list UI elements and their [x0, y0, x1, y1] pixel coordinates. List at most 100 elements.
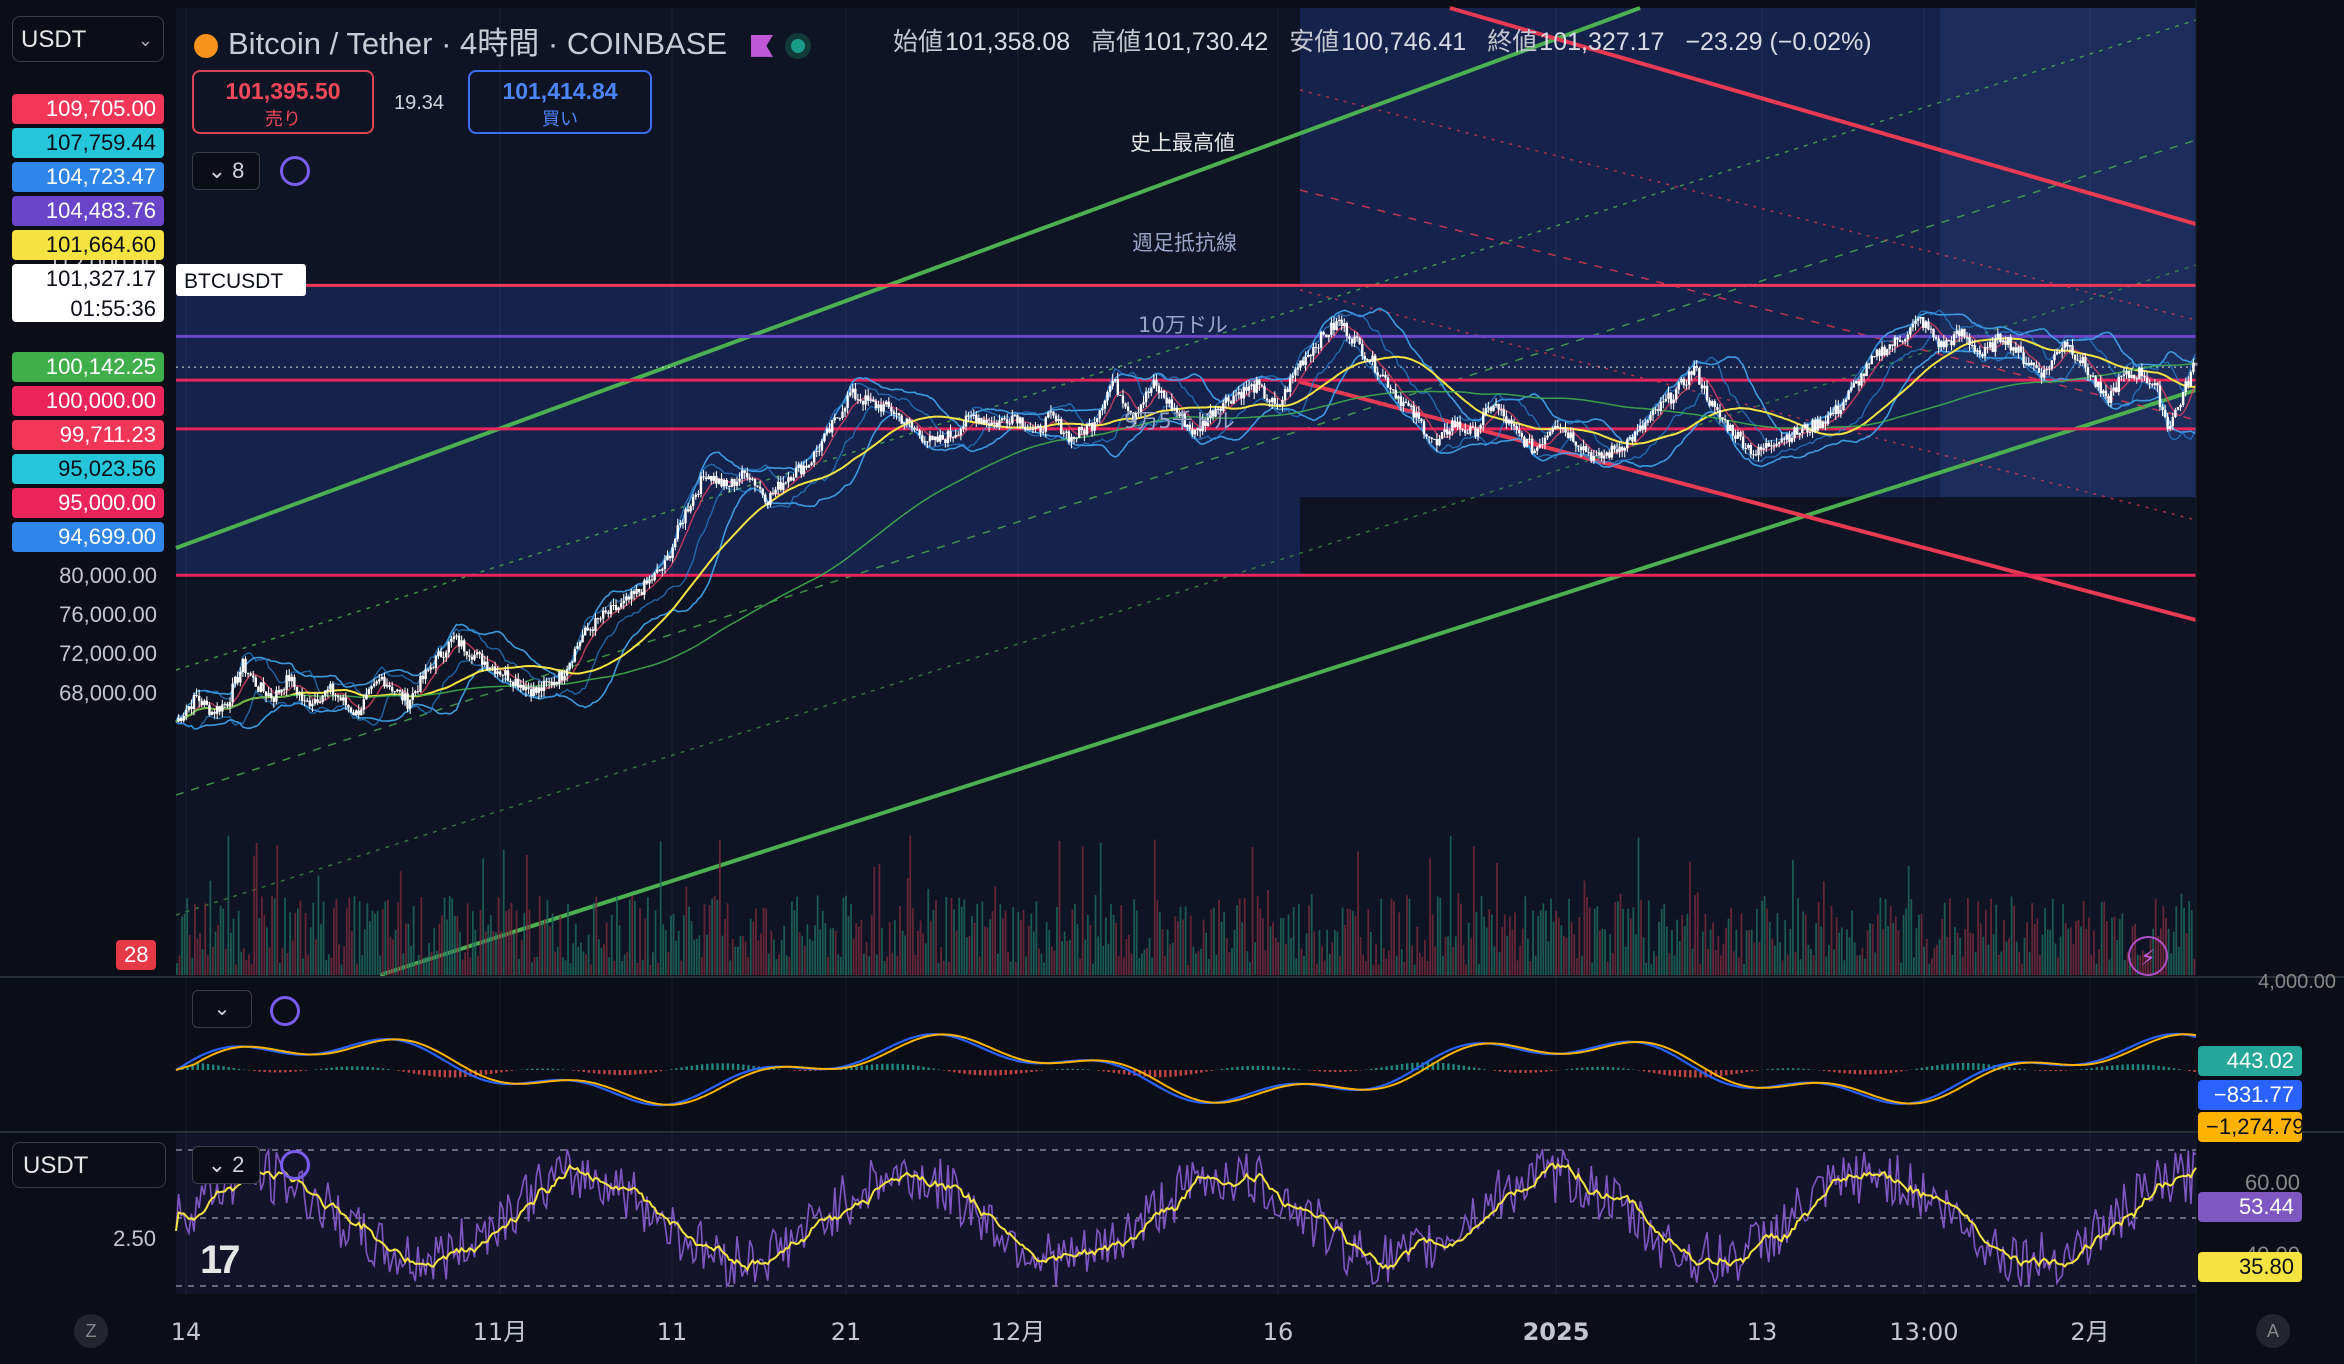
candle-body	[882, 404, 885, 412]
volume-bar	[1153, 839, 1156, 975]
indicators-toggle-button[interactable]: ⌄ 8	[192, 152, 260, 190]
volume-bar	[909, 835, 912, 975]
candle-body	[1062, 432, 1065, 434]
volume-bar	[1048, 930, 1051, 975]
volume-bar	[994, 886, 997, 975]
auto-scale-button[interactable]: A	[2256, 1314, 2290, 1348]
candle-body	[1520, 433, 1524, 437]
candle-body	[1718, 409, 1722, 418]
candle-body	[2151, 384, 2154, 386]
macd-histogram-bar	[1375, 1068, 1378, 1070]
lightning-icon[interactable]: ⚡	[2128, 936, 2168, 976]
volume-bar	[1707, 948, 1709, 975]
chart-canvas[interactable]: 112,000.0088,000.0084,000.0080,000.0076,…	[0, 0, 2344, 1364]
volume-bar	[1097, 936, 1100, 975]
volume-bar	[1447, 936, 1449, 975]
macd-histogram-bar	[623, 1070, 627, 1076]
volume-bar	[1351, 911, 1354, 975]
candle-body	[1937, 338, 1940, 347]
candle-body	[190, 706, 193, 709]
candle-body	[627, 596, 631, 600]
sync-icon[interactable]	[270, 996, 300, 1026]
candle-body	[1556, 425, 1560, 428]
lower-currency-label[interactable]: USDT	[12, 1142, 166, 1188]
buy-button[interactable]: 101,414.84 買い	[468, 70, 652, 134]
candle-body	[1572, 432, 1575, 442]
candle-body	[2097, 381, 2100, 388]
zoom-reset-button[interactable]: Z	[74, 1314, 108, 1348]
volume-bar	[1035, 901, 1038, 975]
price-label-chip: 107,759.44	[12, 128, 164, 158]
candle-body	[426, 669, 430, 671]
volume-bar	[250, 964, 253, 975]
candle-body	[421, 675, 425, 680]
candle-body	[463, 640, 466, 652]
volume-bar	[327, 954, 330, 975]
candle-body	[1404, 401, 1408, 403]
candle-body	[2079, 360, 2082, 363]
sync-icon[interactable]	[280, 156, 310, 186]
volume-bar	[1575, 958, 1578, 975]
candle-body	[509, 680, 512, 682]
volume-bar	[785, 955, 788, 975]
volume-bar	[693, 939, 696, 975]
candle-body	[2153, 383, 2157, 386]
macd-histogram-bar	[2023, 1069, 2026, 1070]
volume-bar	[1748, 930, 1751, 975]
macd-histogram-bar	[1864, 1070, 1867, 1075]
candle-body	[401, 691, 404, 701]
candle-body	[1801, 428, 1804, 433]
market-status-icon[interactable]	[791, 38, 806, 53]
volume-bar	[577, 946, 580, 975]
currency-selector[interactable]: USDT ⌄	[12, 16, 164, 62]
candle-body	[1420, 418, 1423, 422]
rsi-toggle-button[interactable]: ⌄ 2	[192, 1146, 260, 1184]
candle-body	[226, 703, 229, 707]
volume-bar	[770, 930, 773, 975]
candle-body	[1934, 337, 1938, 339]
volume-bar	[1920, 913, 1923, 975]
candle-body	[444, 652, 448, 658]
volume-bar	[950, 897, 953, 975]
macd-toggle-button[interactable]: ⌄	[192, 990, 252, 1028]
flag-icon[interactable]	[751, 34, 774, 57]
candle-body	[414, 691, 417, 694]
macd-histogram-bar	[2049, 1070, 2052, 1072]
tradingview-logo[interactable]: 17	[200, 1238, 240, 1283]
volume-bar	[1032, 931, 1035, 975]
macd-histogram-bar	[1169, 1070, 1172, 1077]
candle-body	[2174, 409, 2177, 417]
candle-body	[1577, 445, 1580, 447]
candle-body	[1108, 385, 1112, 392]
bar-countdown: 01:55:36	[70, 296, 156, 321]
candle-body	[1381, 374, 1385, 377]
candle-body	[694, 494, 697, 497]
candle-body	[1461, 429, 1464, 431]
macd-histogram-bar	[1611, 1067, 1615, 1070]
candle-body	[352, 712, 355, 715]
candle-body	[233, 677, 237, 684]
volume-bar	[1140, 953, 1143, 975]
macd-histogram-bar	[639, 1070, 642, 1075]
candle-body	[249, 673, 252, 676]
candle-body	[537, 687, 541, 693]
candle-body	[1106, 391, 1109, 401]
candle-body	[1448, 431, 1451, 435]
volume-bar	[749, 918, 752, 975]
volume-bar	[245, 960, 248, 975]
volume-bar	[1792, 859, 1794, 975]
volume-bar	[652, 952, 654, 975]
volume-bar	[1936, 944, 1938, 975]
sync-icon[interactable]	[280, 1150, 310, 1180]
candle-body	[1873, 356, 1876, 358]
candle-body	[2102, 390, 2105, 394]
candle-body	[1865, 363, 1868, 377]
volume-bar	[698, 935, 701, 975]
candle-body	[197, 695, 201, 701]
sell-button[interactable]: 101,395.50 売り	[192, 70, 374, 134]
candle-body	[1088, 422, 1091, 426]
volume-bar	[646, 897, 649, 975]
volume-bar	[1732, 951, 1735, 975]
macd-histogram-bar	[407, 1070, 410, 1073]
candle-body	[2171, 416, 2175, 427]
